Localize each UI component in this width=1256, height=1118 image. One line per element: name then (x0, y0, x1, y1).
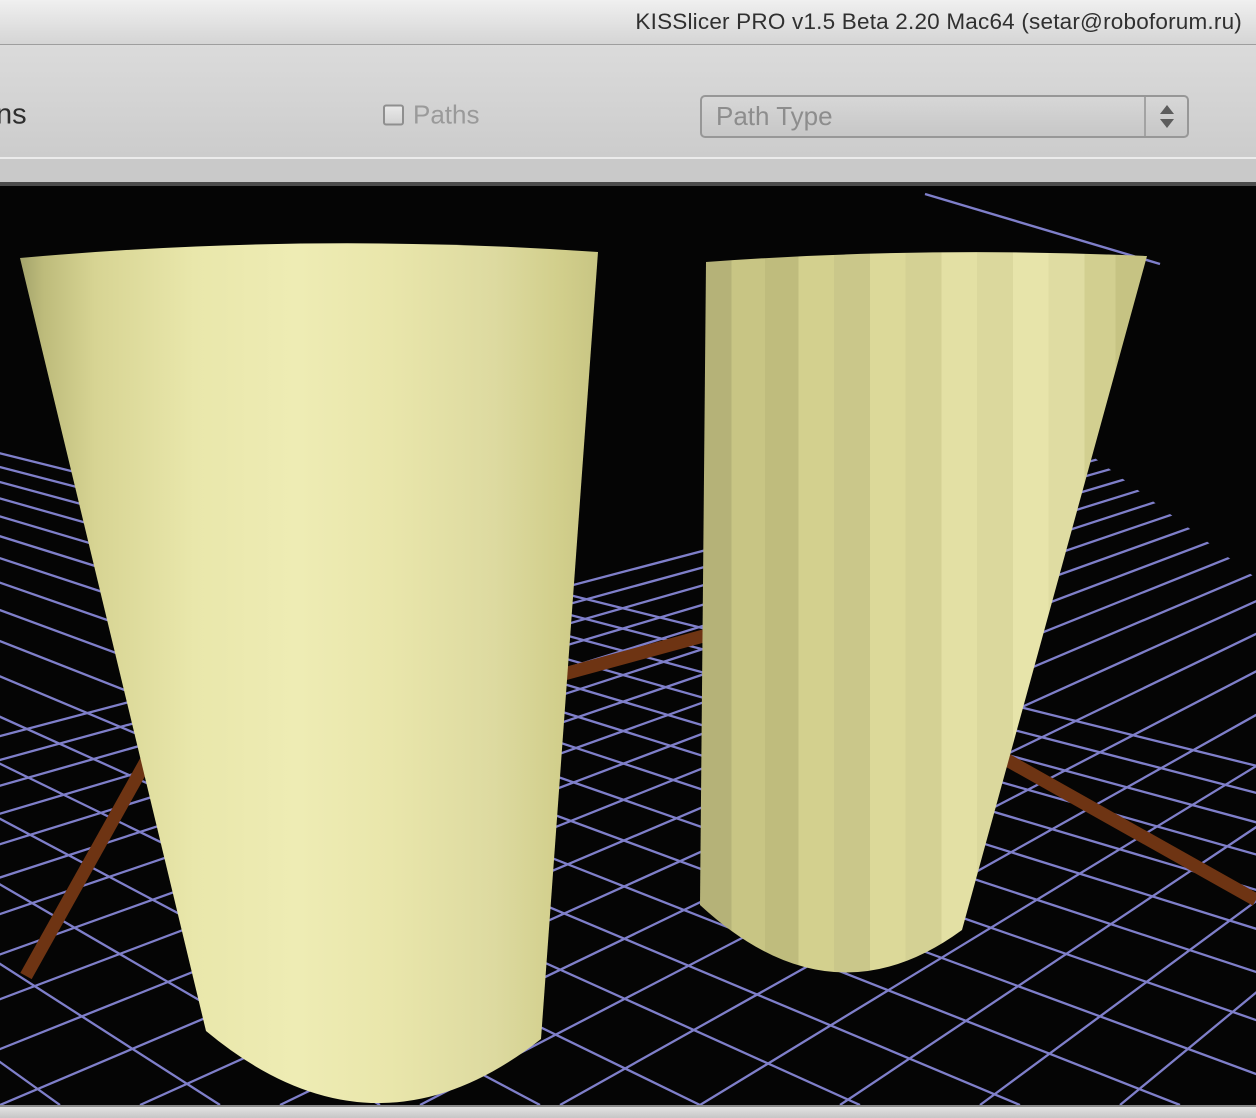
up-arrow-icon (1160, 105, 1174, 114)
model-cylinder-faceted[interactable] (700, 252, 1147, 972)
viewport-3d[interactable] (0, 186, 1256, 1105)
window-title: KISSlicer PRO v1.5 Beta 2.20 Mac64 (seta… (635, 9, 1242, 35)
path-type-value: Path Type (702, 101, 1144, 132)
toolbar-divider (0, 157, 1256, 186)
app-window: KISSlicer PRO v1.5 Beta 2.20 Mac64 (seta… (0, 0, 1256, 1118)
title-bar[interactable]: KISSlicer PRO v1.5 Beta 2.20 Mac64 (seta… (0, 0, 1256, 45)
toolbar: ns Paths Path Type (0, 45, 1256, 157)
scene-3d (0, 186, 1256, 1105)
path-type-dropdown[interactable]: Path Type (700, 95, 1189, 138)
model-cylinder-smooth[interactable] (20, 243, 598, 1103)
paths-checkbox-label: Paths (413, 100, 480, 131)
bottom-bar (0, 1105, 1256, 1118)
paths-checkbox[interactable] (383, 105, 404, 126)
stepper-icon[interactable] (1144, 97, 1187, 136)
toolbar-left-clipped-label: ns (0, 99, 27, 132)
paths-checkbox-group[interactable]: Paths (383, 100, 480, 131)
down-arrow-icon (1160, 119, 1174, 128)
